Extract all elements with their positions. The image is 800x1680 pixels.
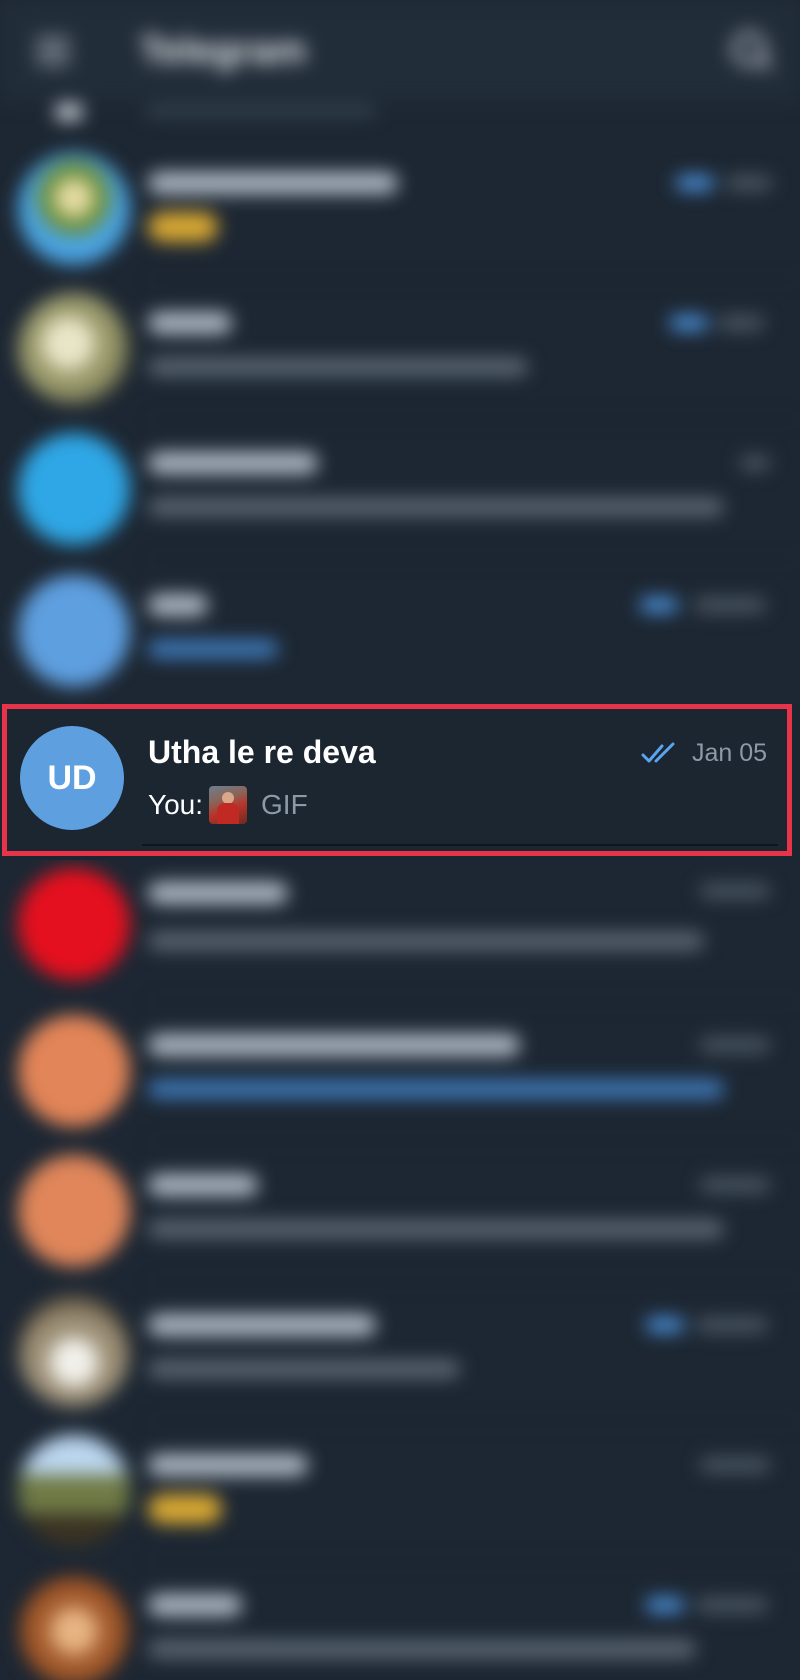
gif-thumbnail — [209, 786, 248, 824]
chat-time-placeholder — [740, 456, 770, 470]
double-check-icon — [646, 1598, 684, 1612]
double-check-icon — [646, 1318, 684, 1332]
double-check-icon — [641, 742, 675, 763]
avatar — [18, 575, 130, 687]
avatar — [18, 1575, 130, 1680]
chat-time-placeholder — [726, 176, 772, 190]
chat-row[interactable] — [0, 420, 800, 560]
double-check-icon — [640, 598, 678, 612]
chat-message-placeholder — [148, 1080, 724, 1098]
archive-placeholder — [146, 106, 376, 116]
chat-name-placeholder — [148, 1174, 258, 1196]
chat-name-placeholder — [148, 594, 208, 616]
chat-row[interactable] — [0, 140, 800, 280]
avatar — [18, 293, 130, 405]
row-divider — [142, 844, 778, 846]
chat-message-placeholder — [148, 358, 528, 376]
chat-time-placeholder — [694, 598, 766, 612]
chat-name: Utha le re deva — [148, 734, 376, 770]
avatar — [18, 1295, 130, 1407]
hamburger-menu-icon[interactable] — [36, 38, 70, 64]
emoji-placeholder — [148, 212, 218, 242]
chat-name-placeholder — [148, 1454, 308, 1476]
archive-bar[interactable] — [0, 92, 800, 134]
chat-row[interactable] — [0, 1422, 800, 1562]
chat-row-utha-le-re-deva[interactable]: UD Utha le re deva Jan 05 You: GIF — [0, 704, 800, 860]
message-sender: You: — [148, 789, 204, 820]
search-icon[interactable] — [728, 28, 773, 72]
chat-name-placeholder — [148, 882, 288, 904]
chat-time: Jan 05 — [692, 739, 768, 767]
archive-icon — [56, 104, 82, 120]
chat-row[interactable] — [0, 1282, 800, 1422]
chat-time-placeholder — [700, 1458, 770, 1472]
app-title: Telegram — [140, 30, 307, 72]
chat-row[interactable] — [0, 862, 800, 1002]
double-check-icon — [676, 176, 714, 190]
chat-name-placeholder — [148, 452, 318, 474]
avatar — [18, 433, 130, 545]
emoji-placeholder — [148, 1494, 222, 1524]
chat-time-placeholder — [700, 1038, 770, 1052]
double-check-icon — [670, 316, 708, 330]
chat-message-placeholder — [148, 1640, 696, 1658]
avatar — [18, 1155, 130, 1267]
message-text: GIF — [261, 789, 308, 820]
chat-name-placeholder — [148, 1034, 520, 1056]
chat-name-placeholder — [148, 1594, 242, 1616]
chat-row[interactable] — [0, 562, 800, 702]
chat-message-placeholder — [148, 640, 278, 658]
chat-time-placeholder — [696, 1318, 768, 1332]
chat-message-placeholder — [148, 498, 724, 516]
avatar — [18, 1435, 130, 1547]
chat-name-placeholder — [148, 312, 232, 334]
chat-last-message: You: GIF — [148, 786, 308, 824]
avatar — [18, 1015, 130, 1127]
chat-row[interactable] — [0, 1142, 800, 1282]
chat-time-placeholder — [700, 1178, 770, 1192]
telegram-chat-list-screen: Telegram UD Utha le re deva Jan 05 You: … — [0, 0, 800, 1680]
chat-message-placeholder — [148, 1220, 724, 1238]
chat-message-placeholder — [148, 1360, 460, 1378]
chat-name-placeholder — [148, 1314, 376, 1336]
chat-row[interactable] — [0, 1562, 800, 1680]
chat-name-placeholder — [148, 172, 398, 194]
chat-message-placeholder — [148, 932, 704, 950]
avatar-initials: UD — [47, 758, 97, 797]
chat-row[interactable] — [0, 1002, 800, 1142]
chat-time-placeholder — [700, 884, 770, 898]
avatar — [18, 153, 130, 265]
chat-row[interactable] — [0, 280, 800, 420]
avatar — [18, 868, 130, 980]
chat-time-placeholder — [718, 316, 764, 330]
chat-time-placeholder — [696, 1598, 768, 1612]
avatar: UD — [20, 726, 124, 830]
app-top-bar: Telegram — [0, 0, 800, 100]
